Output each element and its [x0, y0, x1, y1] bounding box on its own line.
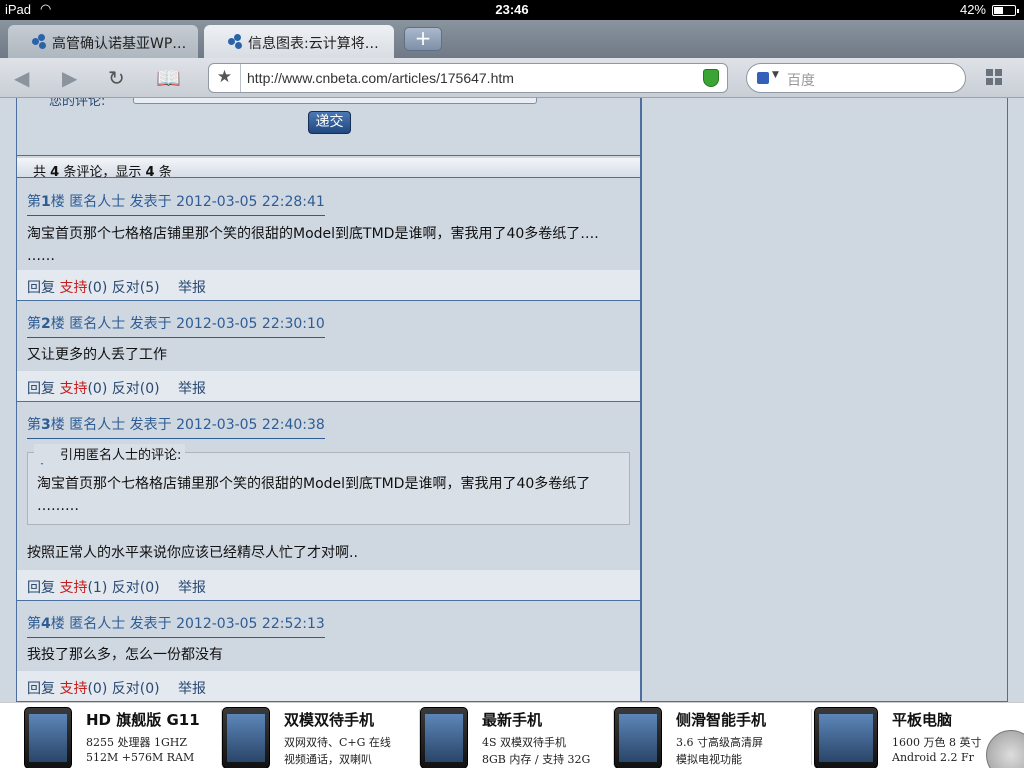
tab-cloud-infographic[interactable]: 信息图表:云计算将…: [204, 25, 394, 58]
comment-header: 第4楼 匿名人士 发表于 2012-03-05 22:52:13: [27, 613, 325, 638]
tab-nokia[interactable]: 高管确认诺基亚WP…: [8, 25, 198, 58]
clock: 23:46: [495, 2, 529, 17]
report-link[interactable]: 举报: [178, 681, 206, 697]
new-tab-button[interactable]: +: [404, 27, 442, 51]
phone-image-icon: [614, 707, 662, 768]
report-link[interactable]: 举报: [178, 381, 206, 397]
tablet-image-icon: [814, 707, 878, 768]
ad-title: 平板电脑: [892, 711, 953, 729]
comment-item: 第3楼 匿名人士 发表于 2012-03-05 22:40:38 引用匿名人士的…: [17, 402, 640, 601]
reload-icon[interactable]: ↻: [108, 66, 125, 90]
ad-line2: 8GB 内存 / 支持 32G: [482, 753, 591, 766]
comment-actions: 回复 支持(0) 反对(5) 举报: [17, 270, 640, 300]
favorite-star-icon[interactable]: ★: [209, 64, 241, 92]
bookmarks-icon[interactable]: 📖: [156, 66, 181, 90]
ad-item[interactable]: 平板电脑 1600 万色 8 英寸 Android 2.2 Fr: [814, 703, 994, 768]
oppose-link[interactable]: 反对: [112, 580, 140, 596]
battery-percent: 42%: [959, 2, 986, 17]
support-link[interactable]: 支持: [59, 681, 87, 697]
reply-link[interactable]: 回复: [27, 280, 55, 296]
cnbeta-favicon-icon: [228, 34, 244, 50]
comment-item: 第2楼 匿名人士 发表于 2012-03-05 22:30:10 又让更多的人丢…: [17, 301, 640, 402]
ad-line1: 3.6 寸高级高清屏: [676, 736, 763, 749]
quote-title: 引用匿名人士的评论:: [34, 444, 186, 463]
status-bar: iPad ◠ 23:46 42%: [0, 0, 1024, 20]
ad-item[interactable]: HD 旗舰版 G11 8255 处理器 1GHZ 512M +576M RAM: [24, 703, 222, 768]
phone-image-icon: [222, 707, 270, 768]
tab-bar: 高管确认诺基亚WP… 信息图表:云计算将…: [0, 20, 1024, 58]
ad-title: 侧滑智能手机: [676, 711, 767, 729]
ad-line2: Android 2.2 Fr: [892, 751, 974, 764]
oppose-link[interactable]: 反对: [112, 681, 140, 697]
cnbeta-favicon-icon: [32, 34, 48, 50]
ad-line2: 512M +576M RAM: [86, 751, 195, 764]
phone-image-icon: [24, 707, 72, 768]
ad-item[interactable]: 最新手机 4S 双模双待手机 8GB 内存 / 支持 32G: [420, 703, 614, 768]
comment-label: 您的评论:: [49, 98, 106, 109]
ad-title: HD 旗舰版 G11: [86, 711, 200, 729]
comment-actions: 回复 支持(1) 反对(0) 举报: [17, 570, 640, 600]
security-shield-icon[interactable]: [703, 69, 719, 87]
support-link[interactable]: 支持: [59, 280, 87, 296]
comment-item: 第4楼 匿名人士 发表于 2012-03-05 22:52:13 我投了那么多，…: [17, 601, 640, 702]
comment-count: 共 4 条评论，显示 4 条: [17, 158, 640, 180]
battery-icon: [992, 5, 1019, 16]
oppose-link[interactable]: 反对: [112, 381, 140, 397]
ad-banner: HD 旗舰版 G11 8255 处理器 1GHZ 512M +576M RAM …: [0, 702, 1024, 768]
comment-body: 淘宝首页那个七格格店铺里那个笑的很甜的Model到底TMD是谁啊，害我用了40多…: [27, 226, 599, 264]
comment-item: 第1楼 匿名人士 发表于 2012-03-05 22:28:41 淘宝首页那个七…: [17, 179, 640, 301]
comments-column: 您的评论: 递交 共 4 条评论，显示 4 条 第1楼 匿名人士 发表于 201…: [16, 98, 641, 702]
comment-actions: 回复 支持(0) 反对(0) 举报: [17, 371, 640, 401]
baidu-engine-icon[interactable]: [757, 72, 769, 84]
support-link[interactable]: 支持: [59, 381, 87, 397]
comment-input[interactable]: [133, 98, 537, 104]
search-placeholder[interactable]: 百度: [787, 70, 815, 90]
ad-item[interactable]: 侧滑智能手机 3.6 寸高级高清屏 模拟电视功能: [614, 703, 812, 768]
report-link[interactable]: 举报: [178, 280, 206, 296]
comment-body: 按照正常人的水平来说你应该已经精尽人忙了才对啊..: [27, 545, 358, 561]
ad-item[interactable]: 双模双待手机 双网双待、C+G 在线 视频通话，双喇叭: [222, 703, 420, 768]
tab-title: 信息图表:云计算将…: [248, 36, 379, 52]
submit-button[interactable]: 递交: [308, 111, 351, 134]
comment-header: 第2楼 匿名人士 发表于 2012-03-05 22:30:10: [27, 313, 325, 338]
ad-line1: 8255 处理器 1GHZ: [86, 736, 188, 749]
ad-title: 最新手机: [482, 711, 543, 729]
ad-line1: 1600 万色 8 英寸: [892, 736, 982, 749]
comment-form: 您的评论: 递交: [17, 98, 640, 156]
comment-header: 第1楼 匿名人士 发表于 2012-03-05 22:28:41: [27, 191, 325, 216]
reply-link[interactable]: 回复: [27, 580, 55, 596]
quoted-comment: 引用匿名人士的评论: 淘宝首页那个七格格店铺里那个笑的很甜的Model到底TMD…: [27, 444, 630, 525]
ad-line2: 模拟电视功能: [676, 753, 742, 766]
comment-header: 第3楼 匿名人士 发表于 2012-03-05 22:40:38: [27, 414, 325, 439]
quote-text: 淘宝首页那个七格格店铺里那个笑的很甜的Model到底TMD是谁啊，害我用了40多…: [37, 476, 591, 514]
ad-line2: 视频通话，双喇叭: [284, 753, 372, 766]
back-icon[interactable]: ◀: [14, 66, 29, 90]
ad-line1: 4S 双模双待手机: [482, 736, 567, 749]
comment-body: 又让更多的人丢了工作: [27, 347, 167, 363]
grid-menu-icon[interactable]: [986, 69, 1002, 85]
oppose-link[interactable]: 反对: [112, 280, 140, 296]
forward-icon[interactable]: ▶: [62, 66, 77, 90]
right-sidebar: [641, 98, 1008, 702]
address-bar[interactable]: ★ http://www.cnbeta.com/articles/175647.…: [208, 63, 728, 93]
comment-body: 我投了那么多，怎么一份都没有: [27, 647, 223, 663]
url-text[interactable]: http://www.cnbeta.com/articles/175647.ht…: [247, 70, 514, 86]
reply-link[interactable]: 回复: [27, 381, 55, 397]
page-content: 您的评论: 递交 共 4 条评论，显示 4 条 第1楼 匿名人士 发表于 201…: [0, 98, 1024, 768]
tab-title: 高管确认诺基亚WP…: [52, 36, 187, 52]
ad-title: 双模双待手机: [284, 711, 375, 729]
support-link[interactable]: 支持: [59, 580, 87, 596]
reply-link[interactable]: 回复: [27, 681, 55, 697]
phone-image-icon: [420, 707, 468, 768]
search-box[interactable]: ▼ 百度: [746, 63, 966, 93]
chevron-down-icon[interactable]: ▼: [772, 70, 779, 80]
ad-line1: 双网双待、C+G 在线: [284, 736, 391, 749]
report-link[interactable]: 举报: [178, 580, 206, 596]
comment-actions: 回复 支持(0) 反对(0) 举报: [17, 671, 640, 701]
browser-toolbar: ◀ ▶ ↻ 📖 ★ http://www.cnbeta.com/articles…: [0, 58, 1024, 98]
